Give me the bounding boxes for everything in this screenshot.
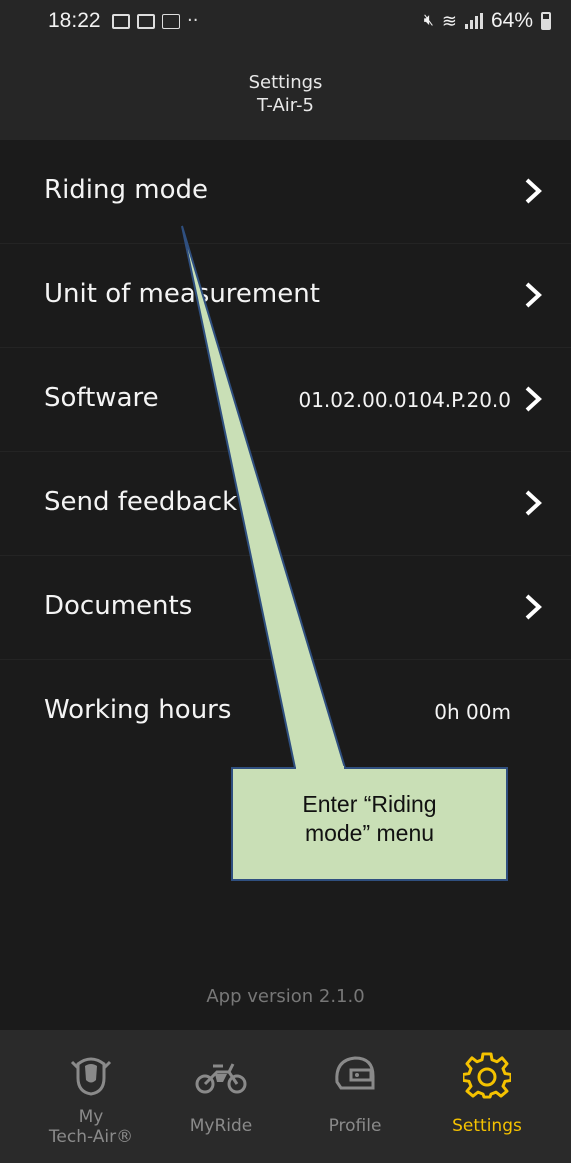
working-hours-value: 0h 00m [434, 700, 511, 724]
callout-line1: Enter “Riding [302, 791, 437, 817]
device-name: T-Air-5 [257, 95, 314, 116]
tab-settings[interactable]: Settings [416, 1030, 558, 1163]
callout-line2: mode” menu [304, 820, 435, 846]
software-version: 01.02.00.0104.P.20.0 [298, 388, 511, 412]
battery-icon [541, 12, 551, 30]
gear-icon [463, 1052, 511, 1099]
tech-air-icon [162, 13, 180, 29]
menu-item-label: Unit of measurement [44, 279, 320, 309]
tab-myride[interactable]: MyRide [150, 1030, 292, 1163]
status-icons: ·· [112, 12, 198, 30]
bottom-tab-bar: My Tech-Air® MyRide Profile Settings [0, 1030, 571, 1163]
tech-air-vest-icon [70, 1057, 112, 1096]
header: Settings T-Air-5 [0, 40, 571, 140]
wifi-icon: ≋ [441, 10, 457, 31]
tab-label: Settings [452, 1116, 522, 1136]
battery-percent: 64% [490, 9, 533, 32]
chevron-right-icon [525, 178, 542, 204]
status-bar: 18:22 ·· 🔇︎ ≋ 64% [0, 0, 571, 40]
tab-profile[interactable]: Profile [284, 1030, 426, 1163]
tab-my-tech-air[interactable]: My Tech-Air® [20, 1030, 162, 1163]
chevron-right-icon [525, 282, 542, 308]
menu-item-riding-mode[interactable]: Riding mode [0, 140, 571, 244]
tab-label-line1: My [78, 1107, 104, 1127]
menu-item-software[interactable]: Software 01.02.00.0104.P.20.0 [0, 348, 571, 452]
page-title: Settings [248, 72, 323, 93]
menu-item-documents[interactable]: Documents [0, 556, 571, 660]
settings-menu: Riding mode Unit of measurement Software… [0, 140, 571, 763]
more-notifications-icon: ·· [187, 10, 199, 31]
menu-item-label: Documents [44, 591, 193, 621]
chevron-right-icon [525, 594, 542, 620]
tab-label: MyRide [189, 1116, 253, 1136]
menu-item-unit-of-measurement[interactable]: Unit of measurement [0, 244, 571, 348]
menu-item-label: Working hours [44, 695, 232, 725]
chevron-right-icon [525, 490, 542, 516]
menu-item-label: Riding mode [44, 175, 208, 205]
menu-item-working-hours: Working hours 0h 00m [0, 660, 571, 763]
tab-label: Profile [328, 1116, 382, 1136]
status-time: 18:22 [48, 9, 101, 32]
mute-icon: 🔇︎ [423, 12, 434, 29]
tab-label: My Tech-Air® [20, 1107, 162, 1147]
menu-item-send-feedback[interactable]: Send feedback [0, 452, 571, 556]
motorcycle-icon [195, 1063, 247, 1094]
tab-label-line2: Tech-Air® [48, 1127, 134, 1147]
helmet-icon [335, 1056, 375, 1090]
menu-item-label: Send feedback [44, 487, 238, 517]
status-right: 🔇︎ ≋ 64% [424, 9, 551, 33]
app-version: App version 2.1.0 [206, 986, 365, 1007]
callout-text: Enter “Riding mode” menu [232, 790, 507, 848]
signal-icon [464, 13, 483, 29]
gallery-icon [112, 13, 130, 29]
menu-item-label: Software [44, 383, 159, 413]
chevron-right-icon [525, 386, 542, 412]
news-icon [137, 13, 155, 29]
